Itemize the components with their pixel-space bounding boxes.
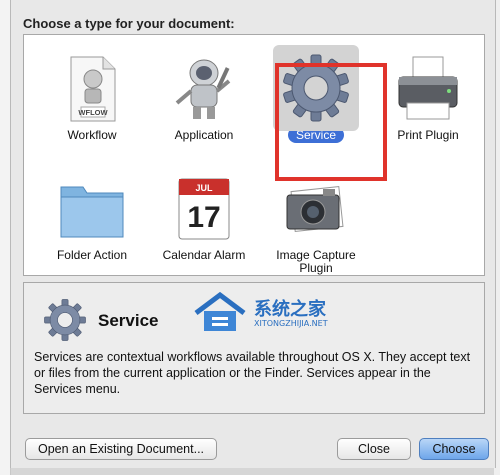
house-icon xyxy=(194,291,246,331)
open-existing-document-button[interactable]: Open an Existing Document... xyxy=(25,438,217,460)
type-folder-action[interactable]: Folder Action xyxy=(36,171,148,262)
workflow-document-icon: WFLOW xyxy=(55,51,129,125)
watermark-url: XITONGZHIJIA.NET xyxy=(254,319,328,328)
type-label: Application xyxy=(174,128,234,142)
document-type-chooser: WFLOW Workflow Application Service Print… xyxy=(23,34,485,276)
type-label: Print Plugin xyxy=(397,128,459,142)
type-print-plugin[interactable]: Print Plugin xyxy=(372,51,484,142)
watermark-name: 系统之家 xyxy=(254,299,326,319)
folder-icon xyxy=(55,171,129,245)
type-workflow[interactable]: WFLOW Workflow xyxy=(36,51,148,142)
description-text: Services are contextual workflows availa… xyxy=(34,350,471,396)
camera-icon xyxy=(279,171,353,245)
close-button[interactable]: Close xyxy=(337,438,411,460)
svg-text:17: 17 xyxy=(187,201,220,234)
type-image-capture-plugin[interactable]: Image Capture Plugin xyxy=(260,171,372,275)
gear-icon xyxy=(42,297,88,343)
document-type-sheet: Choose a type for your document: WFLOW W… xyxy=(10,0,496,468)
type-calendar-alarm[interactable]: JUL 17 Calendar Alarm xyxy=(148,171,260,262)
highlight-box xyxy=(275,63,387,181)
sheet-title: Choose a type for your document: xyxy=(23,16,235,31)
svg-text:WFLOW: WFLOW xyxy=(78,108,108,117)
calendar-icon: JUL 17 xyxy=(167,171,241,245)
description-title: Service xyxy=(98,311,159,330)
type-label: Calendar Alarm xyxy=(162,248,246,262)
type-application[interactable]: Application xyxy=(148,51,260,142)
choose-button[interactable]: Choose xyxy=(419,438,489,460)
type-label: Workflow xyxy=(67,128,117,142)
watermark-logo: 系统之家 XITONGZHIJIA.NET xyxy=(192,291,392,337)
description-panel: Service 系统之家 XITONGZHIJIA.NET Services a… xyxy=(23,282,485,414)
svg-text:JUL: JUL xyxy=(195,183,213,193)
automator-robot-icon xyxy=(167,51,241,125)
type-label: Folder Action xyxy=(56,248,128,262)
printer-icon xyxy=(391,51,465,125)
type-label: Image Capture Plugin xyxy=(276,248,356,275)
